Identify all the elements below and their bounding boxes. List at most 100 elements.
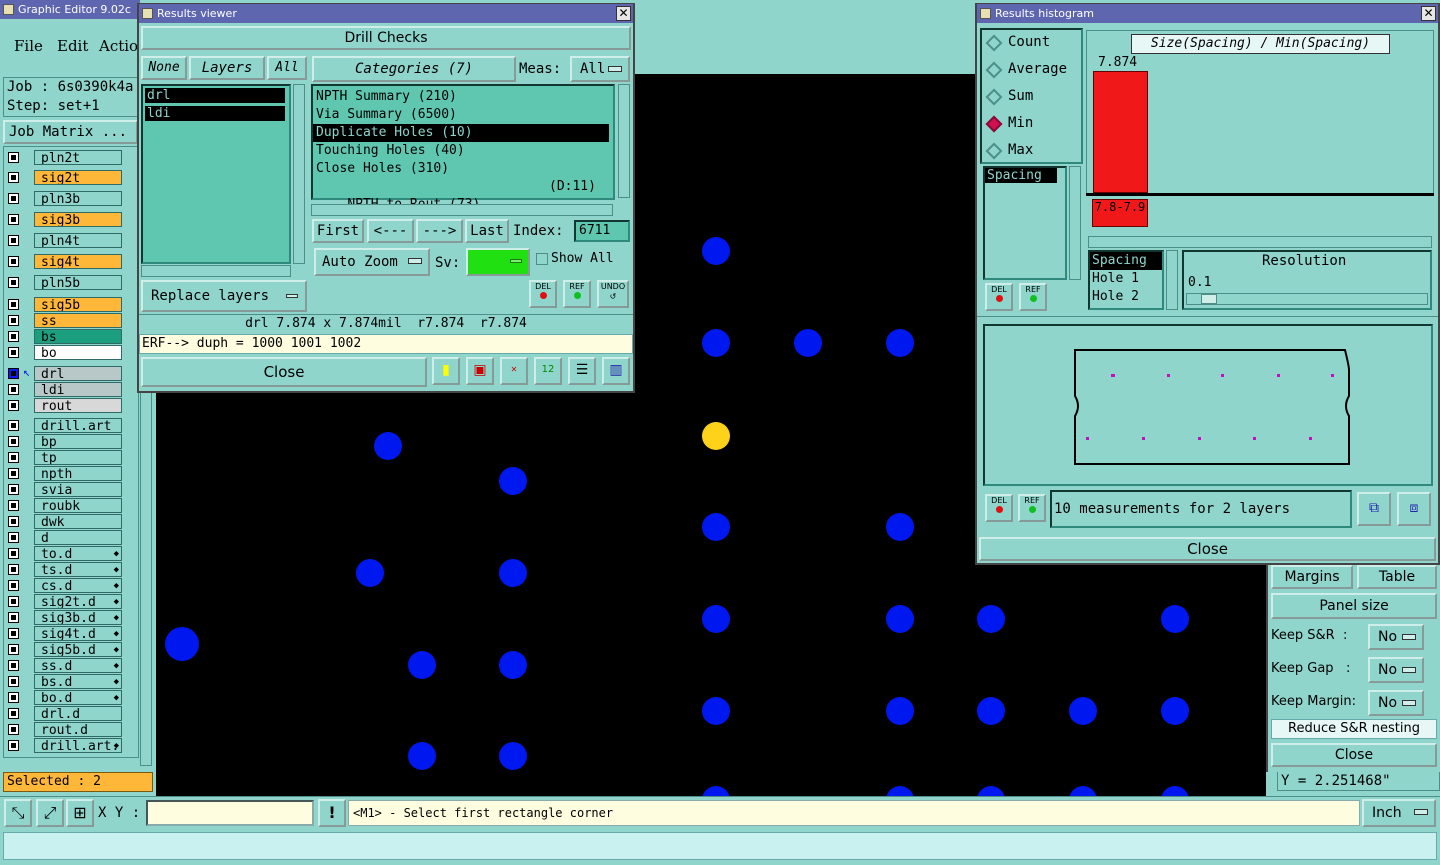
last-button[interactable]: Last <box>465 219 509 243</box>
categories-listbox[interactable]: NPTH Summary (210) Via Summary (6500) Du… <box>311 84 615 212</box>
report-icon[interactable]: ▣ <box>466 357 494 385</box>
index-input[interactable]: 6711 <box>574 220 630 242</box>
column-hole-1[interactable]: Hole 1 <box>1090 270 1162 288</box>
layer-name[interactable]: ldi <box>34 382 122 397</box>
layer-checkbox[interactable] <box>8 235 19 246</box>
category-item[interactable]: Via Summary (6500) <box>313 106 613 124</box>
layer-name[interactable]: to.d ◆ <box>34 546 122 561</box>
menu-edit[interactable]: Edit <box>57 37 88 55</box>
layer-name[interactable]: ss.d ◆ <box>34 658 122 673</box>
layer-checkbox[interactable] <box>8 708 19 719</box>
next-button[interactable]: ---> <box>416 219 463 243</box>
results-close-button[interactable]: Close <box>141 357 427 387</box>
keep-gap-select[interactable]: No <box>1368 657 1424 683</box>
layer-row-drl[interactable]: drl ↖ <box>6 365 124 381</box>
layer-row-sig2t[interactable]: sig2t <box>6 170 124 185</box>
del-icon[interactable]: DEL <box>529 280 557 308</box>
undo-icon[interactable]: UNDO ↺ <box>597 280 629 308</box>
layer-row-tp[interactable]: tp <box>6 450 124 465</box>
layer-name[interactable]: pln2t <box>34 150 122 165</box>
highlighted-hole[interactable] <box>702 422 730 450</box>
layer-name[interactable]: bp <box>34 434 122 449</box>
layer-name[interactable]: sig5b <box>34 297 122 312</box>
drill-hole[interactable] <box>499 467 527 495</box>
layer-checkbox[interactable] <box>8 484 19 495</box>
layers-hscroll[interactable] <box>141 265 291 277</box>
layer-checkbox[interactable] <box>8 628 19 639</box>
layer-row-sig2t-d[interactable]: sig2t.d ◆ <box>6 594 124 609</box>
layer-name[interactable]: drill.art <box>34 418 122 433</box>
side-close-button[interactable]: Close <box>1271 743 1437 767</box>
layers-all-button[interactable]: All <box>267 56 307 80</box>
numbers-icon[interactable]: 12 <box>534 357 562 385</box>
ref-icon[interactable]: REF <box>1018 494 1046 522</box>
layer-row-sig4t[interactable]: sig4t <box>6 254 124 269</box>
layer-row-bs-d[interactable]: bs.d ◆ <box>6 674 124 689</box>
zoom-to-icon[interactable]: ⧉ <box>1357 492 1391 526</box>
layer-checkbox[interactable] <box>8 660 19 671</box>
category-item[interactable]: NPTH to Rout (73) (D:11) <box>313 178 613 212</box>
main-title-bar[interactable]: Graphic Editor 9.02c <box>0 0 140 19</box>
layer-row-sig3b-d[interactable]: sig3b.d ◆ <box>6 610 124 625</box>
category-item-selected[interactable]: Duplicate Holes (10) <box>313 124 609 142</box>
histogram-bar[interactable] <box>1093 71 1148 193</box>
layer-name[interactable]: bo.d ◆ <box>34 690 122 705</box>
columns-vscroll[interactable] <box>1166 250 1178 310</box>
layer-checkbox[interactable] <box>8 676 19 687</box>
layer-row-pln2t[interactable]: pln2t <box>6 150 124 165</box>
layer-row-bo-d[interactable]: bo.d ◆ <box>6 690 124 705</box>
measure-item-spacing[interactable]: Spacing <box>985 168 1057 183</box>
results-viewer-title-bar[interactable]: Results viewer ✕ <box>139 4 633 23</box>
layer-name[interactable]: tp <box>34 450 122 465</box>
layer-row-drill-art-[interactable]: drill.art. ◆ <box>6 738 124 753</box>
layer-name[interactable]: pln5b <box>34 275 122 290</box>
category-item[interactable]: Close Holes (310) <box>313 160 613 178</box>
histogram-hscroll[interactable] <box>1088 236 1432 248</box>
categories-vscroll[interactable] <box>618 84 630 198</box>
layer-row-ts-d[interactable]: ts.d ◆ <box>6 562 124 577</box>
layer-name[interactable]: drill.art. ◆ <box>34 738 122 753</box>
layer-name[interactable]: sig5b.d ◆ <box>34 642 122 657</box>
layer-name[interactable]: pln3b <box>34 191 122 206</box>
layer-checkbox[interactable] <box>8 384 19 395</box>
layer-row-drill-art[interactable]: drill.art <box>6 418 124 433</box>
histogram-close-button[interactable]: Close <box>979 537 1436 561</box>
drill-hole[interactable] <box>1069 786 1097 796</box>
meas-select[interactable]: All <box>570 56 630 82</box>
drill-hole[interactable] <box>702 513 730 541</box>
layer-checkbox[interactable] <box>8 692 19 703</box>
show-all-checkbox[interactable] <box>536 253 548 265</box>
job-matrix-button[interactable]: Job Matrix ... <box>3 120 138 144</box>
del-icon[interactable]: DEL <box>985 283 1013 311</box>
command-line[interactable] <box>3 832 1437 860</box>
layer-name[interactable]: bo <box>34 345 122 360</box>
layer-checkbox[interactable] <box>8 596 19 607</box>
layer-checkbox[interactable] <box>8 612 19 623</box>
layer-name[interactable]: drl.d <box>34 706 122 721</box>
layer-row-pln3b[interactable]: pln3b <box>6 191 124 206</box>
layer-name[interactable]: sig4t <box>34 254 122 269</box>
layer-name[interactable]: sig3b <box>34 212 122 227</box>
layer-checkbox[interactable] <box>8 580 19 591</box>
ref-icon[interactable]: REF <box>1019 283 1047 311</box>
layer-name[interactable]: npth <box>34 466 122 481</box>
prev-button[interactable]: <--- <box>367 219 414 243</box>
layer-checkbox[interactable] <box>8 400 19 411</box>
del-icon[interactable]: DEL <box>985 494 1013 522</box>
layer-name[interactable]: sig4t.d ◆ <box>34 626 122 641</box>
layer-row-pln4t[interactable]: pln4t <box>6 233 124 248</box>
alert-icon[interactable]: ! <box>318 799 346 827</box>
layer-checkbox[interactable] <box>8 436 19 447</box>
drill-hole[interactable] <box>702 237 730 265</box>
close-icon[interactable]: ✕ <box>616 6 631 21</box>
drill-hole[interactable] <box>165 627 199 661</box>
layer-name[interactable]: sig2t <box>34 170 122 185</box>
notes-icon[interactable]: ☰ <box>568 357 596 385</box>
layer-row-ss-d[interactable]: ss.d ◆ <box>6 658 124 673</box>
layer-row-to-d[interactable]: to.d ◆ <box>6 546 124 561</box>
drill-hole[interactable] <box>356 559 384 587</box>
zoom-fit-icon[interactable]: ⧈ <box>1397 492 1431 526</box>
layer-name[interactable]: rout.d <box>34 722 122 737</box>
drill-hole[interactable] <box>408 651 436 679</box>
panel-preview[interactable] <box>983 324 1433 486</box>
